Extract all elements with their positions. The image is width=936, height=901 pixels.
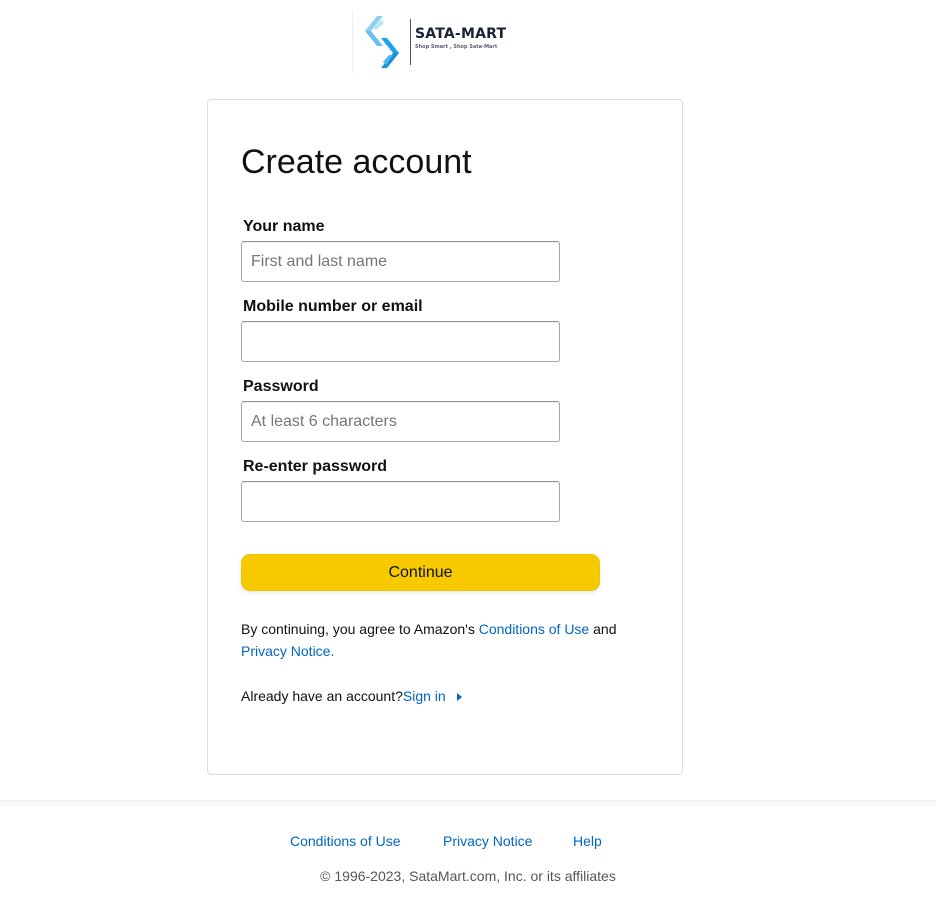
reenter-password-input[interactable] [241,481,560,522]
mobile-email-label: Mobile number or email [243,298,423,315]
password-input[interactable] [241,401,560,442]
signin-row: Already have an account?Sign in [241,688,462,704]
logo-divider [410,19,411,65]
conditions-of-use-link[interactable]: Conditions of Use [479,621,590,637]
reenter-password-label: Re-enter password [243,458,388,475]
mobile-email-input[interactable] [241,321,560,362]
copyright: © 1996-2023, SataMart.com, Inc. or its a… [320,868,616,884]
signin-prompt: Already have an account? [241,688,403,704]
your-name-label: Your name [243,218,325,235]
legal-prefix: By continuing, you agree to Amazon's [241,621,479,637]
footer-privacy-link[interactable]: Privacy Notice [443,833,532,849]
brand-name: SATA-MART [415,26,507,42]
caret-right-icon[interactable] [456,693,462,701]
create-account-card: Create account Your name Mobile number o… [207,99,683,775]
footer-divider [0,800,936,809]
legal-middle: and [589,621,617,637]
footer-help-link[interactable]: Help [573,833,602,849]
page: SATA-MART Shop Smart , Shop Sata-Mart Cr… [0,0,936,901]
page-title: Create account [241,143,472,181]
sign-in-link[interactable]: Sign in [403,688,446,704]
privacy-notice-link[interactable]: Privacy Notice. [241,643,334,659]
your-name-input[interactable] [241,241,560,282]
sata-mart-logo-icon [352,11,411,73]
brand-logo[interactable]: SATA-MART Shop Smart , Shop Sata-Mart [352,11,522,73]
legal-notice: By continuing, you agree to Amazon's Con… [241,618,651,662]
logo-text: SATA-MART Shop Smart , Shop Sata-Mart [415,27,506,50]
continue-button[interactable]: Continue [241,554,600,591]
brand-tagline: Shop Smart , Shop Sata-Mart [415,44,498,50]
footer-conditions-link[interactable]: Conditions of Use [290,833,401,849]
password-label: Password [243,378,319,395]
